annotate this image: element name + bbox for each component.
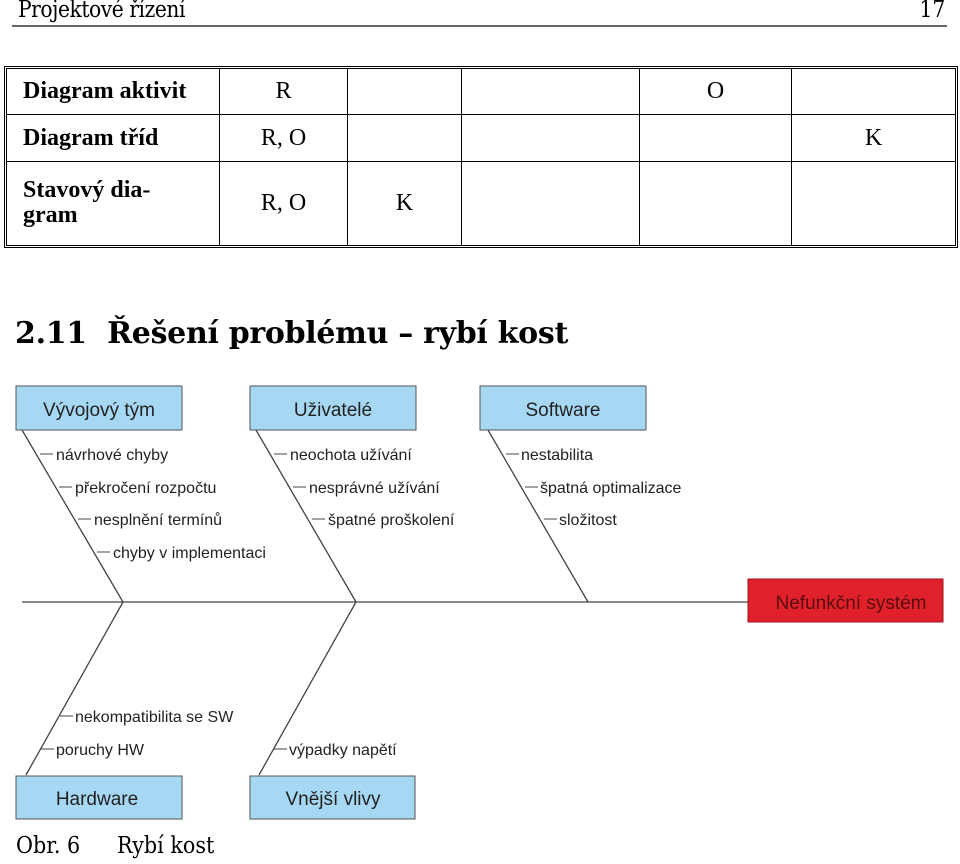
category-label: Vývojový tým <box>43 400 155 421</box>
causes-vnejsi-vlivy: výpadky napětí <box>274 742 397 759</box>
cause-label: výpadky napětí <box>289 742 397 759</box>
category-hardware: Hardware <box>15 775 183 820</box>
cause-label: nestabilita <box>521 447 593 464</box>
causes-vyvojovy-tym: návrhové chyby překročení rozpočtu nespl… <box>40 447 266 562</box>
cause-label: neochota užívání <box>290 447 412 464</box>
category-vyvojovy-tym: Vývojový tým <box>15 385 183 431</box>
category-label: Hardware <box>56 789 138 810</box>
cause-label: nekompatibilita se SW <box>75 709 234 726</box>
effect-label: Nefunkční systém <box>776 593 927 614</box>
category-label: Software <box>526 400 601 421</box>
causes-uzivatele: neochota užívání nesprávné užívání špatn… <box>274 447 455 529</box>
category-vnejsi-vlivy: Vnější vlivy <box>249 775 416 820</box>
category-software: Software <box>479 385 647 431</box>
cause-label: návrhové chyby <box>56 447 168 464</box>
effect-box: Nefunkční systém <box>747 578 944 623</box>
cause-label: překročení rozpočtu <box>75 480 216 497</box>
cause-label: složitost <box>559 512 617 529</box>
cause-label: nesprávné užívání <box>309 480 440 497</box>
cause-label: špatná optimalizace <box>540 480 682 497</box>
cause-label: chyby v implementaci <box>113 545 266 562</box>
category-uzivatele: Uživatelé <box>249 385 417 431</box>
figure-caption: Rybí kost <box>117 833 215 859</box>
category-label: Uživatelé <box>294 400 372 421</box>
causes-hardware: nekompatibilita se SW poruchy HW <box>41 709 234 759</box>
causes-software: nestabilita špatná optimalizace složitos… <box>506 447 682 529</box>
cause-label: špatné proškolení <box>328 512 455 529</box>
category-label: Vnější vlivy <box>285 789 381 810</box>
fishbone-diagram: Vývojový tým Uživatelé Software Hardware… <box>15 385 944 820</box>
figure-label: Obr. 6 <box>16 833 81 859</box>
cause-label: poruchy HW <box>56 742 145 759</box>
cause-label: nesplnění termínů <box>94 511 222 529</box>
